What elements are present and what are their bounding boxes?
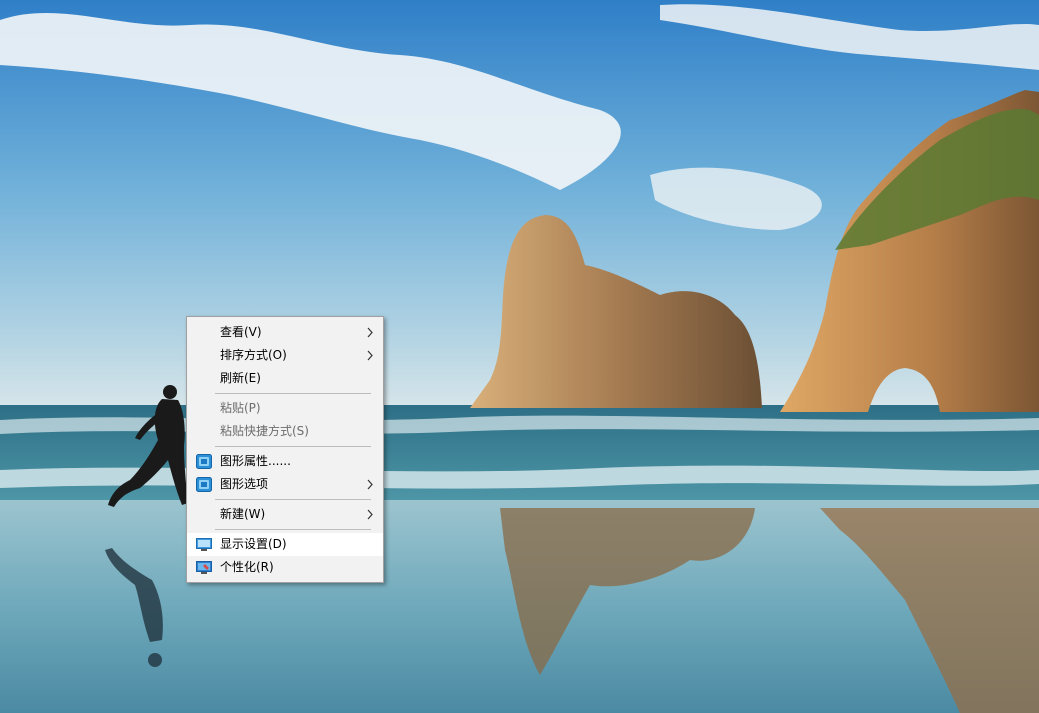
submenu-arrow-icon <box>367 479 373 490</box>
menu-item-new-label: 新建(W) <box>220 507 266 521</box>
menu-item-graphics-options-label: 图形选项 <box>220 477 269 491</box>
menu-item-personalize[interactable]: 个性化(R) <box>187 556 383 579</box>
intel-graphics-icon <box>196 477 212 492</box>
menu-item-view[interactable]: 查看(V) <box>187 321 383 344</box>
desktop-wallpaper <box>0 0 1039 713</box>
menu-item-view-label: 查看(V) <box>220 325 262 339</box>
display-settings-icon <box>196 538 212 551</box>
submenu-arrow-icon <box>367 327 373 338</box>
desktop-context-menu: 查看(V) 排序方式(O) 刷新(E) 粘贴(P) 粘贴快捷方式(S) 图形属性… <box>186 316 384 583</box>
desktop[interactable]: 查看(V) 排序方式(O) 刷新(E) 粘贴(P) 粘贴快捷方式(S) 图形属性… <box>0 0 1039 713</box>
menu-item-graphics-properties[interactable]: 图形属性...... <box>187 450 383 473</box>
menu-separator <box>215 446 371 447</box>
menu-item-graphics-properties-label: 图形属性...... <box>220 454 291 468</box>
submenu-arrow-icon <box>367 350 373 361</box>
menu-item-paste-shortcut[interactable]: 粘贴快捷方式(S) <box>187 420 383 443</box>
menu-separator <box>215 499 371 500</box>
menu-item-refresh-label: 刷新(E) <box>220 371 261 385</box>
menu-item-refresh[interactable]: 刷新(E) <box>187 367 383 390</box>
menu-item-graphics-options[interactable]: 图形选项 <box>187 473 383 496</box>
menu-item-paste[interactable]: 粘贴(P) <box>187 397 383 420</box>
menu-item-display-settings-label: 显示设置(D) <box>220 537 287 551</box>
menu-separator <box>215 393 371 394</box>
menu-separator <box>215 529 371 530</box>
menu-item-paste-label: 粘贴(P) <box>220 401 261 415</box>
menu-item-personalize-label: 个性化(R) <box>220 560 274 574</box>
submenu-arrow-icon <box>367 509 373 520</box>
menu-item-display-settings[interactable]: 显示设置(D) <box>187 533 383 556</box>
personalize-icon <box>196 561 212 574</box>
menu-item-new[interactable]: 新建(W) <box>187 503 383 526</box>
menu-item-paste-shortcut-label: 粘贴快捷方式(S) <box>220 424 309 438</box>
menu-item-sort-by-label: 排序方式(O) <box>220 348 287 362</box>
intel-graphics-icon <box>196 454 212 469</box>
menu-item-sort-by[interactable]: 排序方式(O) <box>187 344 383 367</box>
